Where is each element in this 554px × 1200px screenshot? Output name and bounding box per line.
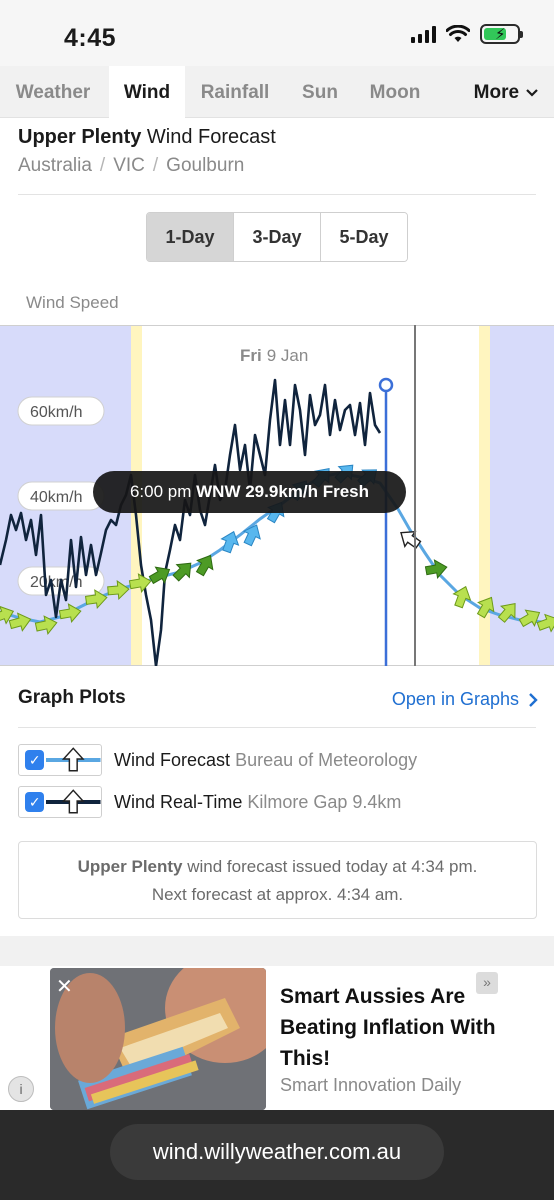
checkbox-checked-icon[interactable]: ✓ — [25, 792, 45, 812]
tooltip-time: 6:00 pm — [129, 482, 192, 501]
chart-tooltip: 6:00 pm WNW 29.9km/h Fresh — [93, 471, 406, 513]
wifi-icon — [446, 25, 470, 42]
forecast-line-icon — [46, 747, 101, 772]
tooltip-value: WNW 29.9km/h Fresh — [196, 482, 370, 501]
chart-label: Wind Speed — [26, 293, 119, 312]
ad-source: Smart Innovation Daily — [280, 1075, 462, 1095]
svg-text:60km/h: 60km/h — [30, 404, 82, 421]
chart-day-label: Fri 9 Jan — [240, 346, 308, 365]
legend-label-forecast: Wind Forecast Bureau of Meteorology — [114, 749, 418, 770]
open-in-graphs-link[interactable]: Open in Graphs — [392, 689, 538, 710]
breadcrumb-state[interactable]: VIC — [113, 155, 145, 176]
status-icons: ⚡ — [411, 24, 523, 44]
y-label-60: 60km/h — [17, 396, 105, 426]
range-3-day-button[interactable]: 3-Day — [234, 213, 321, 261]
status-bar: 4:45 ⚡ — [0, 0, 554, 66]
legend-toggle-forecast[interactable]: ✓ — [18, 744, 102, 776]
svg-text:40km/h: 40km/h — [30, 489, 82, 506]
ad-info-icon[interactable]: i — [8, 1076, 34, 1102]
graph-plots-title: Graph Plots — [18, 687, 126, 708]
legend-toggle-realtime[interactable]: ✓ — [18, 786, 102, 818]
chart-day-name: Fri — [240, 346, 262, 365]
tab-rainfall[interactable]: Rainfall — [190, 66, 280, 118]
y-label-40: 40km/h — [17, 481, 105, 511]
battery-charging-icon: ⚡ — [480, 24, 523, 44]
page-title: Upper Plenty Wind Forecast — [18, 126, 276, 149]
checkbox-checked-icon[interactable]: ✓ — [25, 750, 45, 770]
open-in-graphs-label: Open in Graphs — [391, 689, 519, 709]
ad-image[interactable] — [50, 968, 266, 1110]
ad-photo-illustration — [50, 968, 266, 1110]
chevron-down-icon — [526, 89, 539, 97]
chevron-right-icon — [529, 693, 538, 708]
legend-item-realtime[interactable]: ✓ Wind Real-Time Kilmore Gap 9.4km — [18, 786, 401, 818]
legend-item-forecast[interactable]: ✓ Wind Forecast Bureau of Meteorology — [18, 744, 417, 776]
ad-close-icon[interactable]: ✕ — [56, 974, 73, 999]
page-title-suffix: Wind Forecast — [146, 126, 276, 148]
chart-day-date: 9 Jan — [267, 346, 309, 365]
forecast-info-issued: wind forecast issued today at 4:34 pm. — [187, 857, 478, 876]
page-title-location: Upper Plenty — [18, 126, 142, 148]
tab-more[interactable]: More — [466, 66, 546, 118]
forecast-info-location: Upper Plenty — [77, 857, 183, 876]
selection-cursor-handle[interactable] — [378, 377, 394, 393]
cellular-signal-icon — [411, 25, 436, 43]
realtime-line-icon — [46, 789, 101, 814]
tab-sun[interactable]: Sun — [290, 66, 350, 118]
ad-headline[interactable]: Smart Aussies Are Beating Inflation With… — [280, 981, 510, 1074]
tab-bar: Weather Wind Rainfall Sun Moon More — [0, 66, 554, 118]
breadcrumb-country[interactable]: Australia — [18, 155, 92, 176]
range-1-day-button[interactable]: 1-Day — [147, 213, 234, 261]
status-time: 4:45 — [64, 24, 117, 52]
tab-more-label: More — [473, 82, 520, 103]
tab-wind[interactable]: Wind — [109, 66, 185, 118]
divider — [18, 194, 536, 195]
breadcrumb-region[interactable]: Goulburn — [166, 155, 244, 176]
forecast-issued-info: Upper Plenty wind forecast issued today … — [18, 841, 537, 919]
address-bar[interactable]: wind.willyweather.com.au — [110, 1124, 444, 1180]
tab-weather[interactable]: Weather — [0, 66, 106, 118]
divider — [18, 727, 536, 728]
tab-moon[interactable]: Moon — [360, 66, 430, 118]
section-divider — [0, 936, 554, 966]
forecast-info-next: Next forecast at approx. 4:34 am. — [151, 885, 404, 904]
range-5-day-button[interactable]: 5-Day — [321, 213, 407, 261]
breadcrumb: Australia / VIC / Goulburn — [18, 155, 245, 176]
range-selector: 1-Day 3-Day 5-Day — [146, 212, 408, 262]
legend-label-realtime: Wind Real-Time Kilmore Gap 9.4km — [114, 791, 402, 812]
